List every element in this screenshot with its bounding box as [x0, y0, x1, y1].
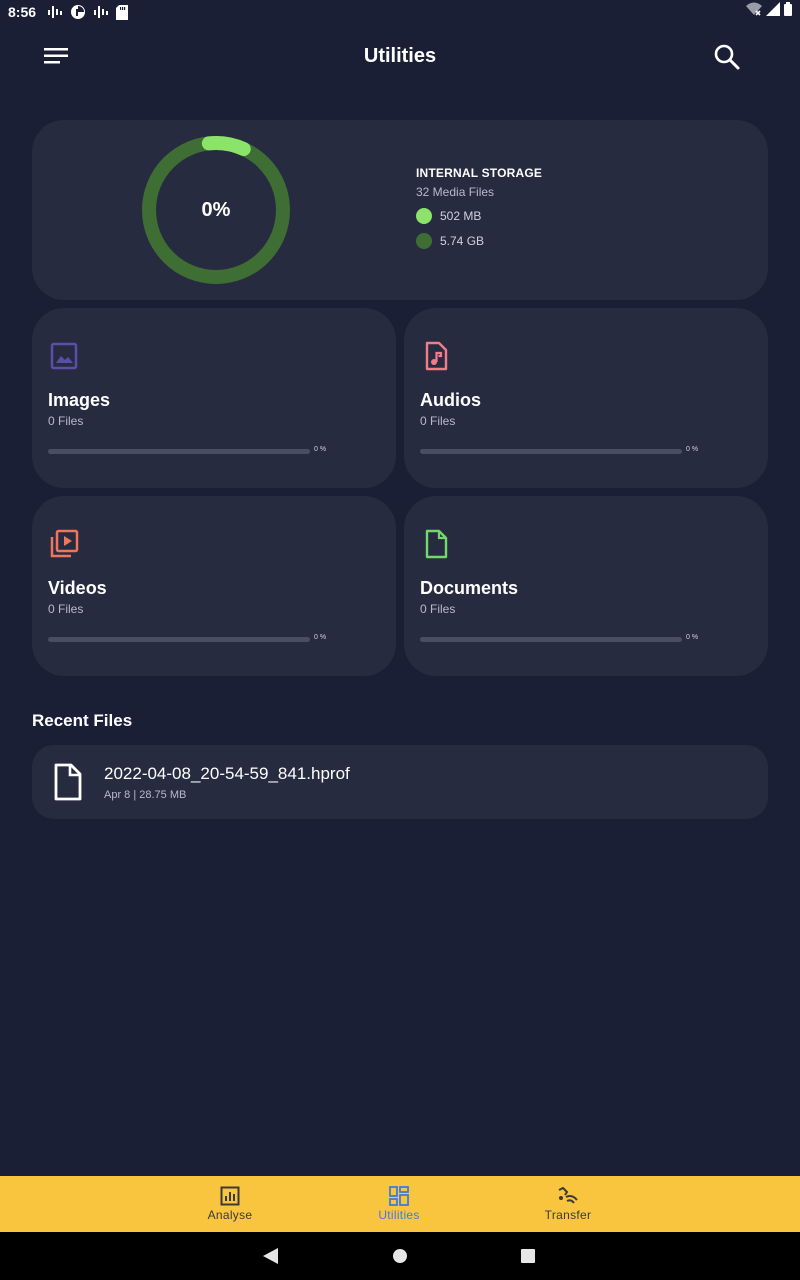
category-count: 0 Files	[48, 414, 84, 428]
nav-label: Utilities	[378, 1208, 420, 1222]
storage-card[interactable]: 0% INTERNAL STORAGE 32 Media Files 502 M…	[32, 120, 768, 300]
recent-file-name: 2022-04-08_20-54-59_841.hprof	[104, 764, 350, 783]
legend-used-dot	[416, 208, 432, 224]
document-icon	[425, 529, 448, 559]
legend-total: 5.74 GB	[416, 233, 542, 249]
category-card-documents[interactable]: Documents 0 Files 0 %	[404, 496, 768, 676]
menu-icon[interactable]	[40, 44, 72, 68]
legend-total-label: 5.74 GB	[440, 234, 485, 248]
media-files-count: 32 Media Files	[416, 185, 495, 199]
category-name: Documents	[420, 578, 519, 598]
nav-label: Analyse	[207, 1208, 253, 1222]
category-card-videos[interactable]: Videos 0 Files 0 %	[32, 496, 396, 676]
nav-analyse[interactable]: Analyse	[180, 1176, 280, 1232]
category-progress-bar	[420, 449, 682, 454]
legend-used: 502 MB	[416, 208, 542, 224]
status-time: 8:56	[8, 4, 37, 20]
wifi-off-icon	[746, 2, 762, 19]
storage-title: INTERNAL STORAGE	[416, 166, 543, 180]
legend-total-dot	[416, 233, 432, 249]
signal-bars-icon	[94, 6, 109, 18]
battery-icon	[784, 2, 792, 19]
status-bar: 8:56	[0, 0, 800, 24]
system-navigation-bar	[0, 1232, 800, 1280]
category-progress-bar	[48, 637, 310, 642]
data-saver-icon	[70, 4, 86, 20]
image-icon	[50, 342, 78, 370]
nav-transfer[interactable]: Transfer	[518, 1176, 618, 1232]
category-name: Images	[48, 390, 111, 410]
category-percent: 0 %	[314, 634, 327, 641]
category-percent: 0 %	[686, 446, 699, 453]
category-progress-bar	[48, 449, 310, 454]
category-count: 0 Files	[48, 602, 84, 616]
nav-utilities[interactable]: Utilities	[349, 1176, 449, 1232]
category-percent: 0 %	[314, 446, 327, 453]
legend-used-label: 502 MB	[440, 209, 482, 223]
home-icon[interactable]	[388, 1244, 412, 1268]
file-icon	[54, 763, 82, 801]
category-card-audios[interactable]: Audios 0 Files 0 %	[404, 308, 768, 488]
category-percent: 0 %	[686, 634, 699, 641]
sd-card-icon	[116, 4, 129, 20]
recent-files-heading: Recent Files	[32, 711, 133, 730]
category-count: 0 Files	[420, 414, 456, 428]
back-icon[interactable]	[258, 1244, 282, 1268]
category-count: 0 Files	[420, 602, 456, 616]
storage-info: INTERNAL STORAGE 32 Media Files 502 MB 5…	[416, 166, 542, 249]
storage-percent: 0%	[201, 198, 231, 221]
dashboard-icon	[389, 1186, 409, 1206]
category-progress-bar	[420, 637, 682, 642]
video-library-icon	[50, 529, 79, 558]
recent-file-meta: Apr 8 | 28.75 MB	[104, 789, 187, 801]
analytics-icon	[220, 1186, 240, 1206]
transfer-icon	[558, 1186, 578, 1204]
category-name: Audios	[420, 390, 481, 410]
search-icon[interactable]	[712, 42, 742, 72]
audio-file-icon	[425, 341, 448, 371]
category-name: Videos	[48, 578, 107, 598]
category-card-images[interactable]: Images 0 Files 0 %	[32, 308, 396, 488]
recents-icon[interactable]	[516, 1244, 540, 1268]
cell-signal-icon	[766, 2, 780, 19]
page-title: Utilities	[363, 44, 437, 67]
bottom-navigation: Analyse Utilities Transfer	[0, 1176, 800, 1232]
app-bar: Utilities	[0, 24, 800, 88]
signal-bars-icon	[48, 6, 63, 18]
recent-file-item[interactable]: 2022-04-08_20-54-59_841.hprof Apr 8 | 28…	[32, 745, 768, 819]
nav-label: Transfer	[544, 1208, 592, 1222]
